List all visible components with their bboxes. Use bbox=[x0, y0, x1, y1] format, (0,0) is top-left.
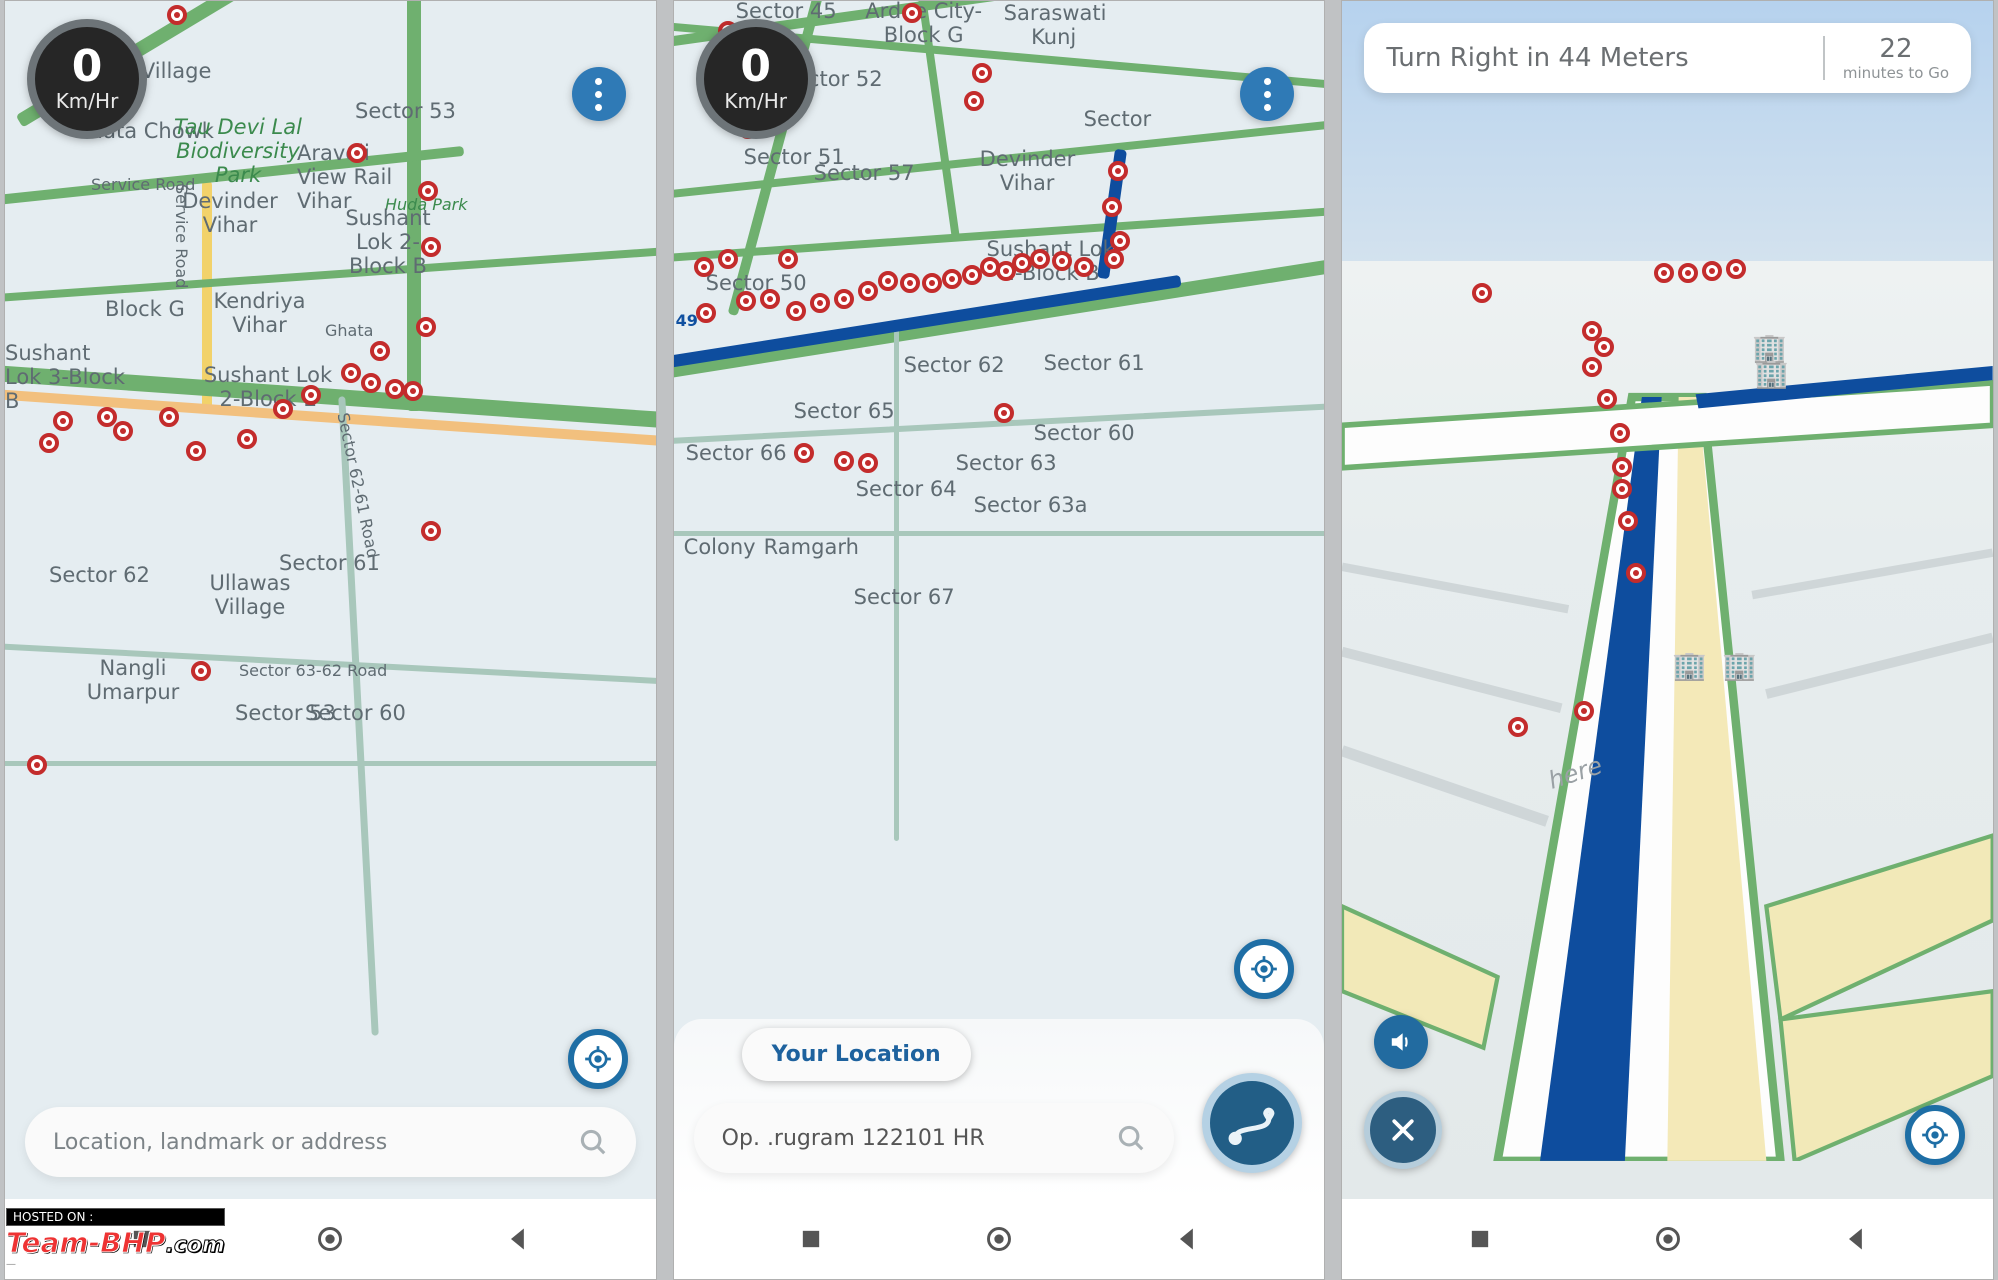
eta-label: minutes to Go bbox=[1843, 64, 1949, 82]
more-options-button[interactable] bbox=[572, 67, 626, 121]
close-icon bbox=[1388, 1115, 1418, 1145]
destination-bar[interactable]: Op. .rugram 122101 HR bbox=[694, 1103, 1175, 1173]
destination-text: Op. .rugram 122101 HR bbox=[722, 1126, 1117, 1151]
navigation-3d-view[interactable]: 🏢 🏢 🏢 🏢 here Turn Right in 44 Meters 22 … bbox=[1342, 1, 1993, 1199]
hosted-on-label: HOSTED ON : bbox=[6, 1208, 225, 1226]
android-recents-icon[interactable] bbox=[1466, 1225, 1494, 1253]
recenter-button[interactable] bbox=[1234, 939, 1294, 999]
your-location-chip[interactable]: Your Location bbox=[742, 1028, 971, 1081]
search-bar[interactable]: Location, landmark or address bbox=[25, 1107, 636, 1177]
speed-value: 0 bbox=[72, 45, 103, 89]
divider bbox=[1823, 36, 1825, 80]
screenshot-2: Sector 45 Ardee City-Block G Saraswati K… bbox=[673, 0, 1326, 1280]
instruction-text: Turn Right in 44 Meters bbox=[1386, 43, 1805, 73]
speed-unit: Km/Hr bbox=[56, 89, 119, 113]
crosshair-icon bbox=[584, 1045, 612, 1073]
map-canvas[interactable]: Faridabad Village Sector 53 Mata Chowk T… bbox=[5, 1, 656, 1199]
android-recents-icon[interactable] bbox=[797, 1225, 825, 1253]
screenshot-1: Faridabad Village Sector 53 Mata Chowk T… bbox=[4, 0, 657, 1280]
host-site-name: Team-BHP.com bbox=[6, 1226, 225, 1259]
android-home-icon[interactable] bbox=[985, 1225, 1013, 1253]
recenter-button[interactable] bbox=[568, 1029, 628, 1089]
eta: 22 minutes to Go bbox=[1843, 34, 1949, 82]
crosshair-icon bbox=[1921, 1121, 1949, 1149]
road-layer bbox=[1342, 1, 1993, 1161]
search-icon bbox=[1116, 1123, 1146, 1153]
android-back-icon[interactable] bbox=[504, 1225, 532, 1253]
route-icon bbox=[1224, 1101, 1280, 1145]
start-navigation-button[interactable] bbox=[1202, 1073, 1302, 1173]
speed-unit: Km/Hr bbox=[724, 89, 787, 113]
eta-value: 22 bbox=[1879, 34, 1912, 64]
map-canvas[interactable]: Sector 45 Ardee City-Block G Saraswati K… bbox=[674, 1, 1325, 1199]
voice-toggle-button[interactable] bbox=[1374, 1015, 1428, 1069]
speed-indicator: 0 Km/Hr bbox=[696, 19, 816, 139]
your-location-label: Your Location bbox=[772, 1042, 941, 1067]
search-placeholder: Location, landmark or address bbox=[53, 1130, 578, 1155]
close-navigation-button[interactable] bbox=[1364, 1091, 1442, 1169]
navigation-instruction-card: Turn Right in 44 Meters 22 minutes to Go bbox=[1364, 23, 1971, 93]
android-nav-bar bbox=[674, 1199, 1325, 1279]
android-back-icon[interactable] bbox=[1173, 1225, 1201, 1253]
android-home-icon[interactable] bbox=[316, 1225, 344, 1253]
crosshair-icon bbox=[1250, 955, 1278, 983]
recenter-button[interactable] bbox=[1905, 1105, 1965, 1165]
more-options-button[interactable] bbox=[1240, 67, 1294, 121]
speed-indicator: 0 Km/Hr bbox=[27, 19, 147, 139]
search-icon bbox=[578, 1127, 608, 1157]
android-home-icon[interactable] bbox=[1654, 1225, 1682, 1253]
android-back-icon[interactable] bbox=[1842, 1225, 1870, 1253]
android-nav-bar bbox=[1342, 1199, 1993, 1279]
speaker-icon bbox=[1388, 1029, 1414, 1055]
screenshot-3: 🏢 🏢 🏢 🏢 here Turn Right in 44 Meters 22 … bbox=[1341, 0, 1994, 1280]
host-watermark: HOSTED ON : Team-BHP.com — bbox=[6, 1208, 225, 1270]
speed-value: 0 bbox=[740, 45, 771, 89]
